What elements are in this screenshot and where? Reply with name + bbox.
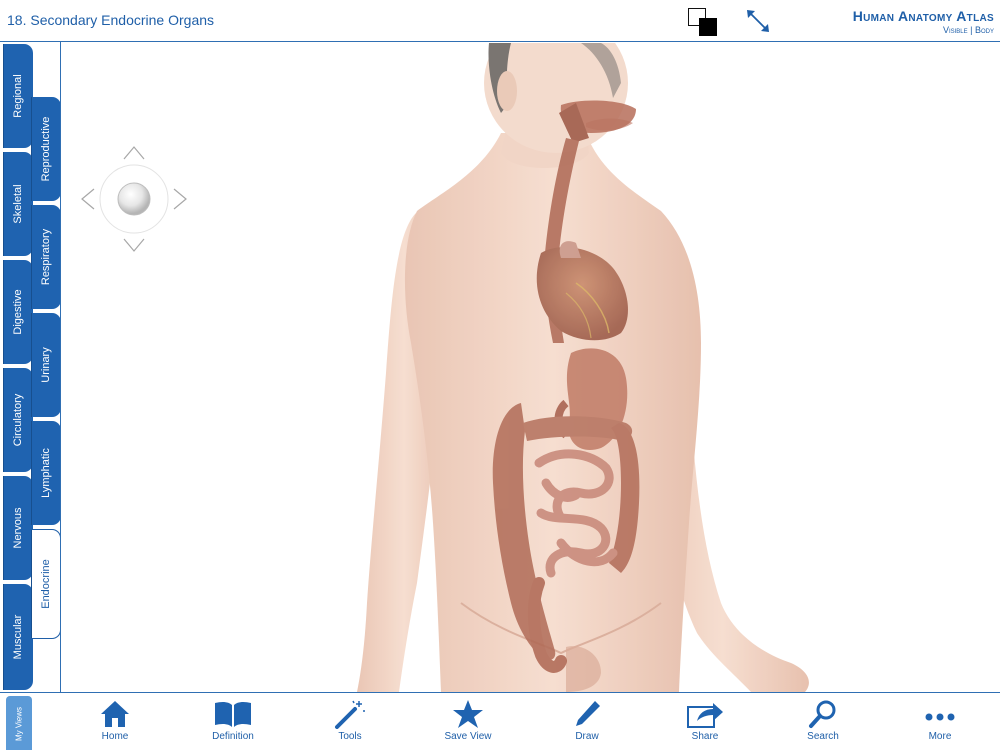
tab-nervous[interactable]: Nervous — [3, 476, 33, 580]
draw-label: Draw — [575, 731, 599, 742]
tab-label: Respiratory — [40, 228, 52, 286]
home-icon — [101, 701, 129, 727]
tab-label: Reproductive — [40, 116, 52, 182]
tab-label: Nervous — [12, 507, 24, 549]
arrow-up-icon — [123, 146, 145, 160]
arrow-left-icon — [81, 188, 95, 210]
tab-urinary[interactable]: Urinary — [31, 313, 61, 417]
magic-wand-icon — [335, 700, 365, 729]
tab-endocrine[interactable]: Endocrine — [31, 529, 61, 639]
tools-label: Tools — [338, 731, 362, 742]
tab-skeletal[interactable]: Skeletal — [3, 152, 33, 256]
tab-reproductive[interactable]: Reproductive — [31, 97, 61, 201]
page-title: 18. Secondary Endocrine Organs — [7, 12, 215, 28]
expand-arrows-icon[interactable] — [744, 7, 772, 35]
tab-lymphatic[interactable]: Lymphatic — [31, 421, 61, 525]
tools-button[interactable]: Tools — [315, 699, 385, 749]
ellipsis-icon — [925, 713, 955, 721]
search-label: Search — [807, 731, 839, 742]
header-bar: 18. Secondary Endocrine Organs Human Ana… — [0, 0, 1000, 42]
brand-subtitle: Visible | Body — [942, 25, 994, 35]
tab-muscular[interactable]: Muscular — [3, 584, 33, 690]
home-button[interactable]: Home — [80, 699, 150, 749]
black-square-shape — [699, 18, 717, 36]
share-label: Share — [691, 731, 719, 742]
tab-label: Lymphatic — [40, 448, 52, 498]
more-button[interactable]: More — [905, 699, 975, 749]
tab-label: Muscular — [12, 614, 24, 660]
definition-label: Definition — [212, 731, 254, 742]
brand-logo: Human Anatomy Atlas Visible | Body — [853, 8, 994, 35]
tab-label: Regional — [12, 74, 24, 118]
tab-digestive[interactable]: Digestive — [3, 260, 33, 364]
draw-button[interactable]: Draw — [552, 699, 622, 749]
tab-label: Circulatory — [12, 393, 24, 447]
brand-title: Human Anatomy Atlas — [852, 8, 994, 24]
tab-label: Skeletal — [12, 184, 24, 224]
tab-label: Urinary — [40, 347, 52, 383]
anatomy-viewport[interactable] — [61, 43, 1000, 692]
tab-label: Digestive — [12, 289, 24, 335]
pencil-icon — [576, 701, 600, 726]
tab-respiratory[interactable]: Respiratory — [31, 205, 61, 309]
share-button[interactable]: Share — [670, 699, 740, 749]
tab-label: Endocrine — [39, 559, 52, 609]
tab-circulatory[interactable]: Circulatory — [3, 368, 33, 472]
anatomy-app: 18. Secondary Endocrine Organs Human Ana… — [0, 0, 1000, 750]
background-color-toggle-icon[interactable] — [688, 8, 718, 36]
save-view-button[interactable]: Save View — [433, 699, 503, 749]
arrow-right-icon — [173, 188, 187, 210]
book-icon — [215, 701, 251, 727]
my-views-label: My Views — [14, 706, 24, 741]
share-arrow-icon — [687, 703, 723, 728]
rotate-knob-icon — [117, 182, 151, 216]
home-label: Home — [101, 731, 129, 742]
bottom-toolbar: My Views Home Definition Tools Save View… — [0, 692, 1000, 750]
definition-button[interactable]: Definition — [198, 699, 268, 749]
anatomy-model[interactable] — [61, 43, 1000, 692]
arrow-down-icon — [123, 238, 145, 252]
star-icon — [453, 700, 483, 728]
more-label: More — [928, 731, 952, 742]
magnifier-icon — [809, 700, 836, 728]
save-view-label: Save View — [444, 731, 492, 742]
search-button[interactable]: Search — [788, 699, 858, 749]
my-views-tab[interactable]: My Views — [6, 696, 32, 750]
tab-regional[interactable]: Regional — [3, 44, 33, 148]
rotate-pan-control[interactable] — [81, 146, 187, 252]
